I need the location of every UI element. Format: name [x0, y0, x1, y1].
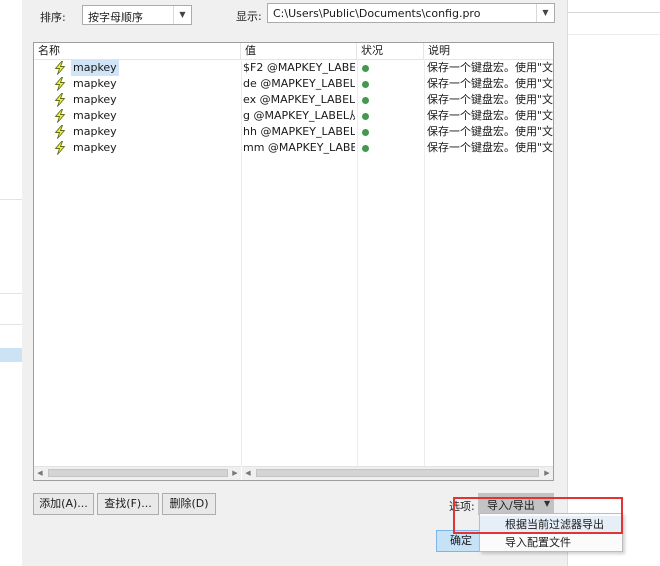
status-ok-icon — [362, 97, 369, 104]
lightning-icon — [53, 77, 67, 91]
selected-row[interactable] — [0, 348, 22, 362]
row-name: mapkey — [73, 141, 117, 154]
sort-value: 按字母顺序 — [88, 11, 143, 24]
chevron-down-icon[interactable]: ▼ — [173, 6, 191, 24]
lightning-icon — [53, 61, 67, 75]
add-button[interactable]: 添加(A)... — [33, 493, 94, 515]
column-header-name[interactable]: 名称 — [34, 43, 241, 59]
column-header-value[interactable]: 值 — [241, 43, 357, 59]
lightning-icon — [53, 93, 67, 107]
background-window-left — [0, 0, 23, 518]
divider — [568, 12, 660, 13]
table-row[interactable]: mapkey de @MAPKEY_LABEL 保存一个键盘宏。使用"文" — [34, 76, 553, 92]
horizontal-scrollbar[interactable]: ◀ ▶ — [34, 466, 241, 480]
column-header-description[interactable]: 说明 — [424, 43, 553, 59]
scroll-thumb[interactable] — [256, 469, 539, 477]
chevron-down-icon[interactable]: ▼ — [536, 4, 554, 22]
row-value: mm @MAPKEY_LABEL — [243, 141, 355, 154]
status-ok-icon — [362, 129, 369, 136]
sort-label: 排序: — [40, 11, 66, 24]
table-row[interactable]: mapkey hh @MAPKEY_LABEL 保存一个键盘宏。使用"文" — [34, 124, 553, 140]
row-name: mapkey — [73, 77, 117, 90]
row-value: de @MAPKEY_LABEL — [243, 77, 355, 90]
row-name: mapkey — [73, 93, 117, 106]
row-name: mapkey — [73, 109, 117, 122]
row-description: 保存一个键盘宏。使用"文" — [427, 109, 553, 122]
highlight-annotation-box — [453, 497, 623, 534]
sort-dropdown[interactable]: 按字母顺序 ▼ — [82, 5, 192, 25]
table-row[interactable]: mapkey g @MAPKEY_LABEL从 保存一个键盘宏。使用"文" — [34, 108, 553, 124]
menu-item-import-config[interactable]: 导入配置文件 — [480, 534, 622, 552]
config-options-list[interactable]: 名称 值 状况 说明 mapkey $F2 @MAPKEY_LABEL 保存一个键盘… — [33, 42, 554, 481]
divider — [568, 34, 660, 35]
row-value: g @MAPKEY_LABEL从 — [243, 109, 355, 122]
row-description: 保存一个键盘宏。使用"文" — [427, 125, 553, 138]
scroll-left-icon[interactable]: ◀ — [34, 467, 46, 480]
row-value: $F2 @MAPKEY_LABEL — [243, 61, 355, 74]
scroll-right-icon[interactable]: ▶ — [229, 467, 241, 480]
row-name: mapkey — [71, 60, 119, 76]
column-header-status[interactable]: 状况 — [357, 43, 424, 59]
show-file-dropdown[interactable]: C:\Users\Public\Documents\config.pro ▼ — [267, 3, 555, 23]
row-description: 保存一个键盘宏。使用"文" — [427, 77, 553, 90]
show-label: 显示: — [236, 10, 262, 23]
list-header: 名称 值 状况 说明 — [34, 43, 553, 60]
show-file-value: C:\Users\Public\Documents\config.pro — [273, 7, 481, 20]
horizontal-scrollbar[interactable]: ◀ ▶ — [242, 466, 553, 480]
divider — [0, 199, 22, 200]
lightning-icon — [53, 109, 67, 123]
status-ok-icon — [362, 65, 369, 72]
status-ok-icon — [362, 145, 369, 152]
scroll-thumb[interactable] — [48, 469, 228, 477]
table-row[interactable]: mapkey ex @MAPKEY_LABEL 保存一个键盘宏。使用"文" — [34, 92, 553, 108]
scroll-left-icon[interactable]: ◀ — [242, 467, 254, 480]
lightning-icon — [53, 125, 67, 139]
row-value: ex @MAPKEY_LABEL — [243, 93, 355, 106]
table-row[interactable]: mapkey mm @MAPKEY_LABEL 保存一个键盘宏。使用"文" — [34, 140, 553, 156]
delete-button[interactable]: 删除(D) — [162, 493, 216, 515]
find-button[interactable]: 查找(F)... — [97, 493, 159, 515]
background-window-right — [568, 0, 660, 566]
scroll-right-icon[interactable]: ▶ — [541, 467, 553, 480]
status-ok-icon — [362, 81, 369, 88]
row-value: hh @MAPKEY_LABEL — [243, 125, 355, 138]
row-description: 保存一个键盘宏。使用"文" — [427, 141, 553, 154]
divider — [0, 293, 22, 294]
row-description: 保存一个键盘宏。使用"文" — [427, 93, 553, 106]
divider — [0, 324, 22, 325]
lightning-icon — [53, 141, 67, 155]
row-name: mapkey — [73, 125, 117, 138]
row-description: 保存一个键盘宏。使用"文" — [427, 61, 553, 74]
status-ok-icon — [362, 113, 369, 120]
table-row[interactable]: mapkey $F2 @MAPKEY_LABEL 保存一个键盘宏。使用"文" — [34, 60, 553, 76]
